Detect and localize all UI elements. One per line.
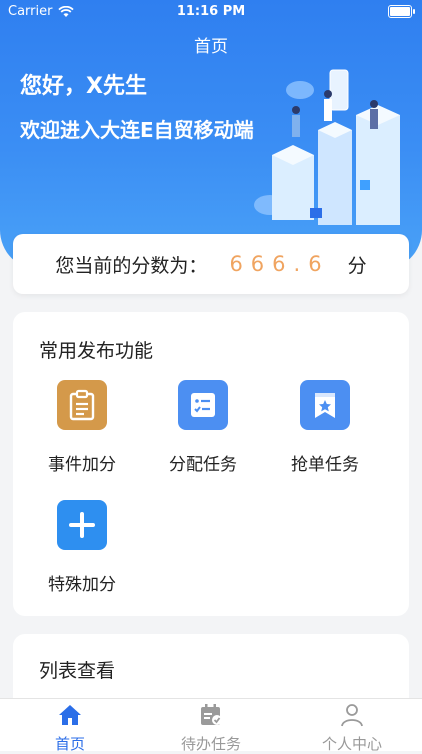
clipboard-icon — [57, 380, 107, 430]
battery-icon — [388, 5, 415, 18]
score-value: 666.6 — [229, 252, 330, 276]
tab-home[interactable]: 首页 — [0, 703, 140, 754]
score-label: 您当前的分数为： — [55, 254, 208, 277]
list-view-title: 列表查看 — [39, 660, 116, 682]
tab-profile-label: 个人中心 — [321, 735, 382, 753]
special-points-button[interactable]: 特殊加分 — [27, 500, 137, 595]
tab-pending-tasks[interactable]: 待办任务 — [141, 703, 281, 754]
page-title: 首页 — [194, 37, 228, 57]
task-list-icon — [178, 380, 228, 430]
assign-task-label: 分配任务 — [169, 455, 237, 475]
person-icon — [341, 704, 363, 727]
welcome-text: 欢迎进入大连E自贸移动端 — [20, 118, 254, 142]
home-icon — [59, 705, 81, 725]
calendar-check-icon — [201, 704, 222, 725]
tab-bar: 首页 待办任务 个人中心 — [0, 698, 422, 754]
bookmark-star-icon — [300, 380, 350, 430]
score-card: 您当前的分数为： 666.6 分 — [13, 234, 409, 294]
event-points-label: 事件加分 — [48, 455, 116, 475]
assign-task-button[interactable]: 分配任务 — [148, 380, 258, 475]
header-banner: Carrier 11:16 PM 首页 您好，X先生 欢迎进入大连E自贸移动端 — [0, 0, 422, 270]
status-time: 11:16 PM — [176, 4, 246, 19]
tab-profile[interactable]: 个人中心 — [282, 703, 422, 754]
plus-icon — [57, 500, 107, 550]
grab-order-task-button[interactable]: 抢单任务 — [270, 380, 380, 475]
tab-home-label: 首页 — [54, 735, 85, 753]
special-points-label: 特殊加分 — [48, 575, 116, 595]
banner-illustration — [254, 69, 400, 225]
common-functions-card: 常用发布功能 事件加分 分配任务 抢单任务 特殊加分 — [13, 312, 409, 616]
score-unit: 分 — [347, 254, 367, 277]
greeting-text: 您好，X先生 — [20, 74, 147, 99]
status-bar: Carrier 11:16 PM — [0, 0, 422, 24]
tab-pending-tasks-label: 待办任务 — [180, 735, 241, 753]
common-functions-title: 常用发布功能 — [39, 340, 154, 362]
event-points-button[interactable]: 事件加分 — [27, 380, 137, 475]
grab-order-task-label: 抢单任务 — [291, 455, 359, 475]
